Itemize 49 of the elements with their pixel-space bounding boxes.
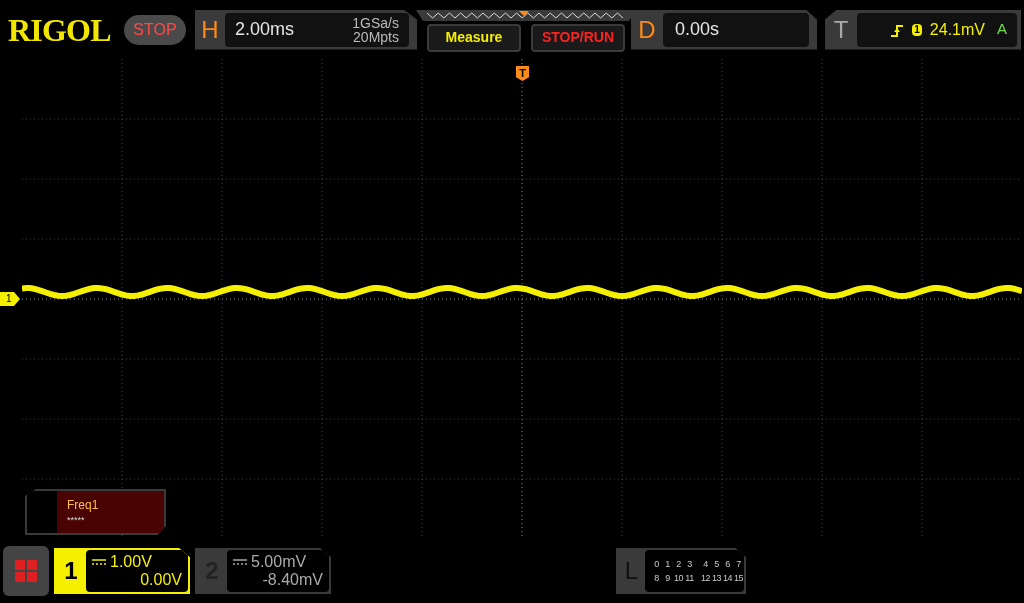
logic-channel-number: 10	[673, 572, 684, 584]
logic-channel-number: 9	[664, 572, 671, 584]
timebase-value: 2.00ms	[235, 18, 295, 41]
channel-panel[interactable]: 1 1.00V 0.00V	[54, 548, 190, 594]
channel-number: 1	[63, 556, 79, 586]
channel-offset: -8.40mV	[262, 571, 323, 589]
rising-edge-icon	[890, 22, 905, 37]
memory-depth: 20Mpts	[353, 29, 399, 44]
measurement-value: *****	[67, 514, 86, 528]
delay-panel[interactable]: D 0.00s	[631, 9, 817, 50]
sample-rate: 1GSa/s	[352, 15, 399, 30]
channel-scale: 5.00mV	[251, 553, 307, 571]
trigger-position-marker[interactable]: T	[516, 66, 529, 81]
measurement-name: Freq1	[67, 497, 100, 515]
delay-value: 0.00s	[675, 18, 720, 41]
logic-channel-number: 5	[713, 558, 720, 570]
horizontal-label: H	[200, 14, 220, 45]
trigger-level: 24.1mV	[929, 19, 985, 40]
grid-menu-icon	[14, 559, 38, 583]
measurement-panel[interactable]: Freq1 *****	[25, 489, 166, 535]
logic-channel-number: 3	[686, 558, 693, 570]
trigger-panel[interactable]: T 1 24.1mV A	[825, 9, 1021, 50]
dc-coupling-icon	[92, 559, 106, 565]
logic-channel-number: 14	[722, 572, 733, 584]
channel-scale: 1.00V	[110, 553, 152, 571]
stop-run-button[interactable]: STOP/RUN	[531, 23, 625, 52]
logic-channel-number: 12	[700, 572, 711, 584]
logic-channel-number: 6	[724, 558, 731, 570]
logic-channel-number: 8	[653, 572, 660, 584]
horizontal-panel[interactable]: H 2.00ms 1GSa/s 20Mpts	[195, 9, 417, 50]
logic-channel-number: 0	[653, 558, 660, 570]
measure-button[interactable]: Measure	[427, 23, 521, 52]
dc-coupling-icon	[233, 559, 247, 565]
run-status: STOP	[124, 14, 186, 45]
menu-button[interactable]	[3, 546, 49, 596]
logic-channel-number: 11	[684, 572, 695, 584]
brand-logo: RIGOL	[8, 10, 112, 50]
logic-channel-number: 4	[702, 558, 709, 570]
trigger-mode: A	[997, 19, 1007, 40]
channel-offset: 0.00V	[140, 571, 182, 589]
logic-channel-number: 13	[711, 572, 722, 584]
logic-channel-number: 1	[664, 558, 671, 570]
delay-label: D	[637, 14, 657, 45]
logic-channel-number: 15	[733, 572, 744, 584]
logic-channel-number: 2	[675, 558, 682, 570]
logic-channel-number: 7	[735, 558, 742, 570]
channel-marker[interactable]: 1	[0, 292, 20, 306]
trigger-source: 1	[912, 23, 922, 36]
trigger-label: T	[832, 14, 850, 45]
